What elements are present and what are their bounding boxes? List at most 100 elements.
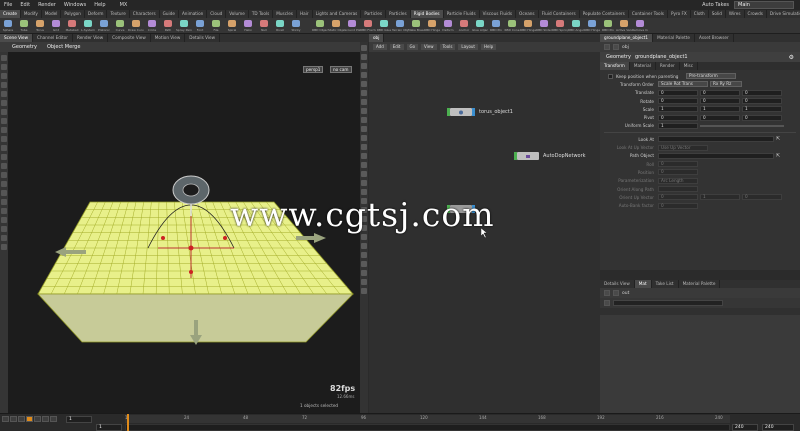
shelf-tool[interactable]: Static Object bbox=[328, 18, 344, 34]
menu-help[interactable]: Help bbox=[90, 2, 109, 8]
shelf-tool[interactable]: Draw Curve bbox=[128, 18, 144, 34]
move-arrow-right[interactable] bbox=[314, 233, 326, 243]
display-option-icon[interactable] bbox=[361, 180, 367, 186]
viewport-tool-icon[interactable] bbox=[1, 109, 7, 115]
shelf-tab[interactable]: Solid bbox=[709, 10, 726, 18]
shelf-tool[interactable]: Glue Adjacent bbox=[472, 18, 488, 34]
vector-y-field[interactable]: 0 bbox=[700, 98, 740, 105]
viewport-tool-icon[interactable] bbox=[1, 208, 7, 214]
vector-z-field[interactable]: 1 bbox=[742, 106, 782, 113]
shelf-tab[interactable]: Particle Fluids bbox=[444, 10, 480, 18]
viewport-tool-icon[interactable] bbox=[1, 145, 7, 151]
shelf-tab[interactable]: Crowds bbox=[745, 10, 767, 18]
viewport-tool-icon[interactable] bbox=[1, 136, 7, 142]
shelf-tool[interactable]: RBD Fractured bbox=[360, 18, 376, 34]
node-chooser-icon[interactable]: ⇱ bbox=[776, 153, 780, 159]
look-at-field[interactable] bbox=[658, 136, 774, 143]
node-torus-object1[interactable]: torus_object1 bbox=[447, 108, 513, 116]
viewport-tool-icon[interactable] bbox=[1, 163, 7, 169]
shelf-tab[interactable]: Rigid Bodies bbox=[410, 10, 444, 18]
shelf-tool[interactable]: Rivet bbox=[272, 18, 288, 34]
path-object-field[interactable] bbox=[658, 152, 774, 159]
details-tab[interactable]: Mat bbox=[634, 280, 652, 288]
scene-tab[interactable]: Channel Editor bbox=[33, 34, 73, 42]
transform-order-dropdown[interactable]: Scale Rot Trans bbox=[658, 81, 708, 88]
viewport-tool-icon[interactable] bbox=[1, 172, 7, 178]
vector-y-field[interactable]: 1 bbox=[700, 106, 740, 113]
shelf-tool[interactable]: RBD Cone bbox=[504, 18, 520, 34]
shelf-tab[interactable]: Cloud bbox=[207, 10, 227, 18]
handle-point-1[interactable] bbox=[161, 236, 165, 240]
shelf-tab[interactable]: Model bbox=[42, 10, 62, 18]
network-path-tab[interactable]: obj bbox=[369, 34, 385, 42]
step-back-button[interactable] bbox=[10, 416, 17, 422]
auto-bank-field[interactable]: 0 bbox=[658, 202, 698, 209]
shelf-tool[interactable]: Terrain Object bbox=[392, 18, 408, 34]
param-tab[interactable]: Asset Browser bbox=[695, 34, 734, 42]
vector-z-field[interactable]: 0 bbox=[742, 98, 782, 105]
shelf-tool[interactable]: RBD Object bbox=[312, 18, 328, 34]
step-forward-button[interactable] bbox=[42, 416, 49, 422]
display-option-icon[interactable] bbox=[361, 135, 367, 141]
network-menu-item[interactable]: Help bbox=[481, 44, 497, 50]
display-option-icon[interactable] bbox=[361, 90, 367, 96]
shelf-tab[interactable]: Container Tools bbox=[629, 10, 668, 18]
viewport-header-name[interactable]: Object Merge bbox=[47, 44, 80, 50]
shelf-tool[interactable]: Null bbox=[256, 18, 272, 34]
shelf-tab[interactable]: Create bbox=[0, 10, 21, 18]
scene-tab[interactable]: Scene View bbox=[0, 34, 34, 42]
node-autodopnetwork[interactable]: AutoDopNetwork bbox=[514, 152, 586, 160]
viewport-tool-icon[interactable] bbox=[1, 190, 7, 196]
param-tab[interactable]: Material Palette bbox=[653, 34, 695, 42]
current-frame-field[interactable]: 1 bbox=[66, 416, 92, 423]
display-option-icon[interactable] bbox=[361, 270, 367, 276]
parameterization-dropdown[interactable]: Arc Length bbox=[658, 177, 698, 184]
shelf-tab[interactable]: Modify bbox=[21, 10, 42, 18]
handle-point-3[interactable] bbox=[189, 270, 193, 274]
node-chooser-icon[interactable]: ⇱ bbox=[776, 136, 780, 142]
scene-tab[interactable]: Render View bbox=[73, 34, 109, 42]
shelf-tool[interactable]: Metaball bbox=[64, 18, 80, 34]
display-option-icon[interactable] bbox=[361, 108, 367, 114]
display-option-icon[interactable] bbox=[361, 99, 367, 105]
shelf-tab[interactable]: Animation bbox=[179, 10, 208, 18]
orient-up-x[interactable]: 0 bbox=[658, 194, 698, 201]
play-forward-button[interactable] bbox=[34, 416, 41, 422]
viewport-tool-icon[interactable] bbox=[1, 91, 7, 97]
shelf-tab[interactable]: Drive Simulation bbox=[767, 10, 800, 18]
viewport-tool-icon[interactable] bbox=[1, 226, 7, 232]
global-end-frame-field[interactable]: 240 bbox=[762, 424, 794, 431]
shelf-tool[interactable]: Helix bbox=[240, 18, 256, 34]
display-option-icon[interactable] bbox=[361, 234, 367, 240]
shelf-tab[interactable]: Deform bbox=[85, 10, 108, 18]
shelf-tool[interactable]: RBD Hinge bbox=[424, 18, 440, 34]
shelf-tab[interactable]: Characters bbox=[130, 10, 160, 18]
display-option-icon[interactable] bbox=[361, 252, 367, 258]
handle-point-2[interactable] bbox=[223, 236, 227, 240]
shelf-tab[interactable]: Viscous Fluids bbox=[480, 10, 517, 18]
shelf-tool[interactable]: File bbox=[208, 18, 224, 34]
shelf-tool[interactable]: RBD Hinge bbox=[520, 18, 536, 34]
shelf-tool[interactable]: Ground Plane bbox=[344, 18, 360, 34]
display-option-icon[interactable] bbox=[361, 261, 367, 267]
vector-z-field[interactable]: 0 bbox=[742, 114, 782, 121]
vector-x-field[interactable]: 0 bbox=[658, 98, 698, 105]
auto-takes-toggle[interactable]: Auto Takes bbox=[697, 2, 734, 8]
vector-y-field[interactable]: 0 bbox=[700, 114, 740, 121]
network-menu-item[interactable]: Edit bbox=[389, 44, 404, 50]
details-tab[interactable]: Material Palette bbox=[679, 280, 721, 288]
details-tab[interactable]: Details View bbox=[600, 280, 635, 288]
viewport-tool-icon[interactable] bbox=[1, 199, 7, 205]
viewport-tool-icon[interactable] bbox=[1, 55, 7, 61]
shelf-tool[interactable]: RBD Spring bbox=[552, 18, 568, 34]
gear-icon[interactable]: ⚙ bbox=[789, 54, 794, 61]
jump-start-button[interactable] bbox=[2, 416, 9, 422]
param-sub-tab[interactable]: Misc bbox=[680, 62, 699, 70]
param-header-name[interactable]: groundplane_object1 bbox=[635, 54, 688, 60]
display-option-icon[interactable] bbox=[361, 162, 367, 168]
shelf-tab[interactable]: Muscles bbox=[273, 10, 297, 18]
display-option-icon[interactable] bbox=[361, 45, 367, 51]
shelf-tool[interactable]: RBD Hinge bbox=[584, 18, 600, 34]
display-option-icon[interactable] bbox=[361, 171, 367, 177]
end-frame-field[interactable]: 240 bbox=[732, 424, 758, 431]
